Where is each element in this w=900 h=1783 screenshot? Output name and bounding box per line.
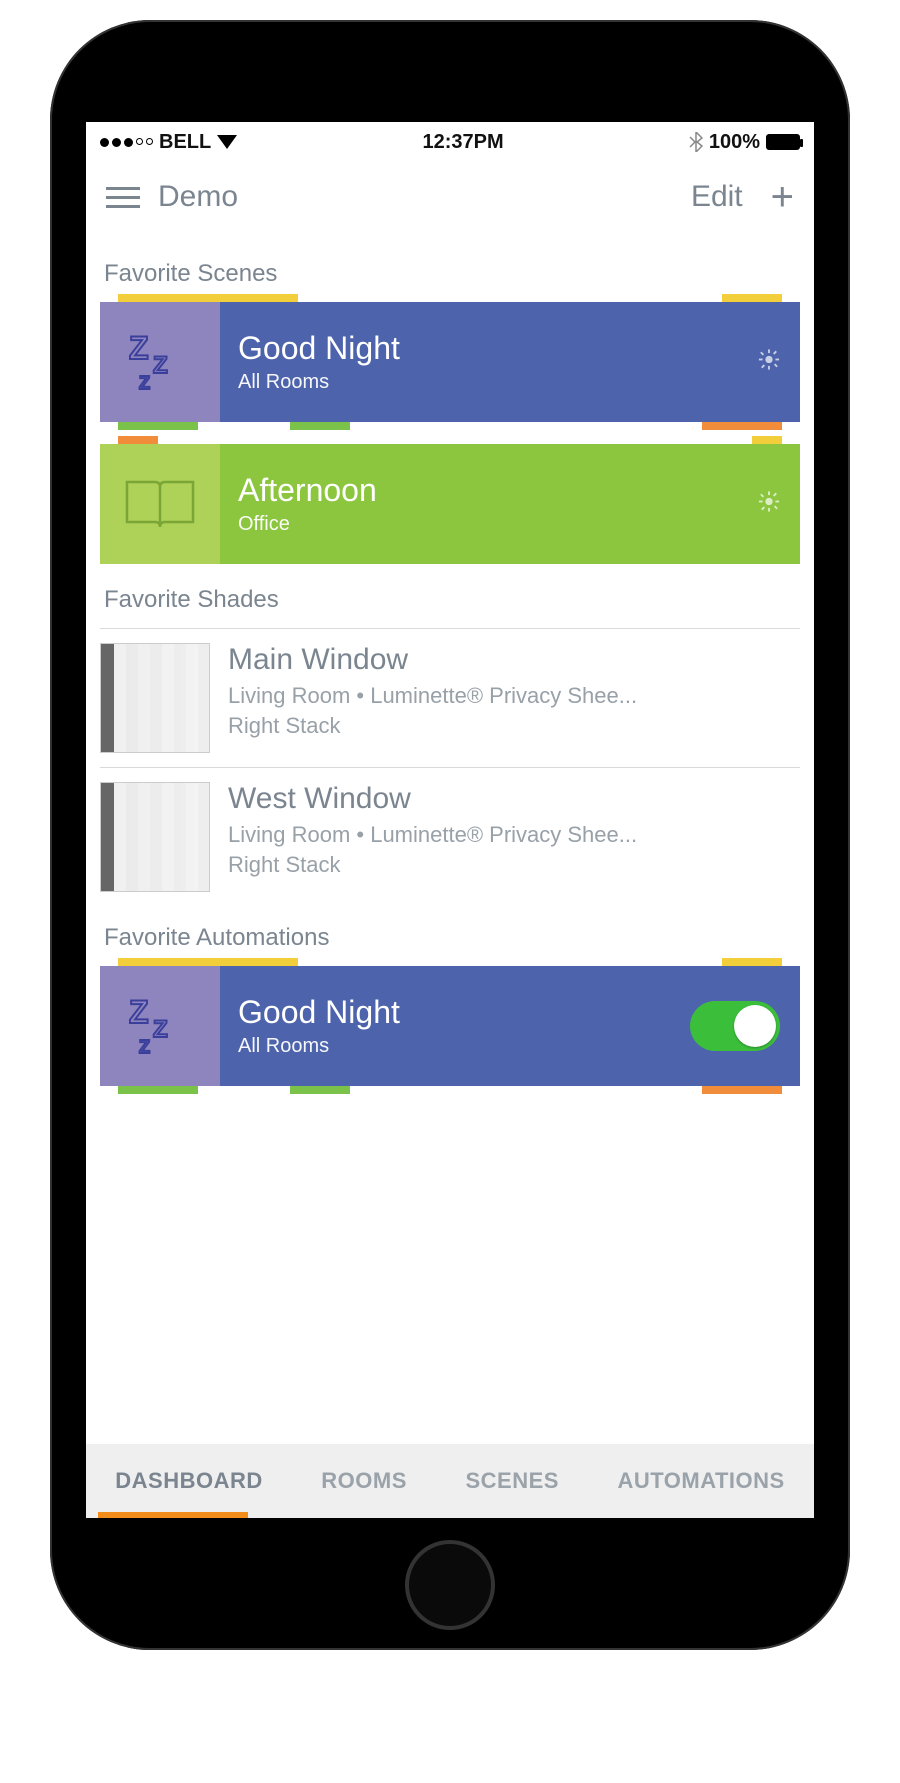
- status-time: 12:37PM: [422, 131, 503, 154]
- phone-frame: BELL 12:37PM 100% Demo: [50, 20, 850, 1650]
- gear-icon[interactable]: [758, 349, 780, 376]
- scene-card-afternoon[interactable]: Afternoon Office: [100, 444, 800, 564]
- scene-body: Good Night All Rooms: [220, 302, 800, 422]
- home-button[interactable]: [405, 1540, 495, 1630]
- signal-icon: [100, 138, 153, 147]
- scene-title: Afternoon: [238, 472, 800, 509]
- automation-card-good-night[interactable]: Z Z Z Good Night All Rooms: [100, 966, 800, 1086]
- menu-icon[interactable]: [106, 187, 140, 208]
- tab-rooms[interactable]: ROOMS: [321, 1468, 407, 1494]
- shade-meta2: Right Stack: [228, 711, 800, 741]
- shade-name: Main Window: [228, 643, 800, 677]
- tab-dashboard[interactable]: DASHBOARD: [115, 1468, 263, 1494]
- shade-info: Main Window Living Room • Luminette® Pri…: [228, 643, 800, 740]
- battery-icon: [766, 134, 800, 150]
- scene-icon-box: Z Z Z: [100, 302, 220, 422]
- scene-icon-box: [100, 444, 220, 564]
- scene-subtitle: Office: [238, 513, 800, 536]
- svg-text:Z: Z: [129, 330, 149, 366]
- scene-subtitle: All Rooms: [238, 371, 800, 394]
- phone-inner: BELL 12:37PM 100% Demo: [72, 42, 828, 1628]
- content-area: Favorite Scenes Z Z Z: [86, 232, 814, 1444]
- section-title-automations: Favorite Automations: [104, 924, 800, 952]
- carrier-label: BELL: [159, 131, 211, 154]
- bluetooth-icon: [689, 132, 703, 152]
- edit-button[interactable]: Edit: [691, 180, 743, 214]
- shade-thumbnail: [100, 643, 210, 753]
- page-title: Demo: [158, 180, 238, 214]
- add-button[interactable]: +: [771, 177, 794, 217]
- shade-thumbnail: [100, 782, 210, 892]
- tab-bar: DASHBOARD ROOMS SCENES AUTOMATIONS: [86, 1444, 814, 1518]
- svg-text:Z: Z: [139, 1037, 150, 1057]
- wifi-icon: [217, 135, 237, 149]
- svg-text:Z: Z: [129, 994, 149, 1030]
- scene-title: Good Night: [238, 330, 800, 367]
- svg-text:Z: Z: [153, 352, 168, 379]
- automation-toggle[interactable]: [690, 1001, 780, 1051]
- shade-meta: Living Room • Luminette® Privacy Shee...: [228, 820, 800, 850]
- status-bar: BELL 12:37PM 100%: [86, 122, 814, 162]
- shade-meta: Living Room • Luminette® Privacy Shee...: [228, 681, 800, 711]
- shade-meta2: Right Stack: [228, 850, 800, 880]
- status-left: BELL: [100, 131, 237, 154]
- sleep-icon: Z Z Z: [125, 327, 195, 397]
- gear-icon[interactable]: [758, 491, 780, 518]
- nav-bar: Demo Edit +: [86, 162, 814, 232]
- shade-row-west-window[interactable]: West Window Living Room • Luminette® Pri…: [100, 767, 800, 906]
- tab-scenes[interactable]: SCENES: [465, 1468, 558, 1494]
- section-title-shades: Favorite Shades: [104, 586, 800, 614]
- svg-text:Z: Z: [139, 373, 150, 393]
- status-right: 100%: [689, 131, 800, 154]
- battery-pct: 100%: [709, 131, 760, 154]
- sleep-icon: Z Z Z: [125, 991, 195, 1061]
- tab-indicator: [98, 1512, 248, 1518]
- shade-row-main-window[interactable]: Main Window Living Room • Luminette® Pri…: [100, 628, 800, 767]
- app-screen: BELL 12:37PM 100% Demo: [86, 122, 814, 1518]
- book-icon: [123, 474, 197, 534]
- shade-info: West Window Living Room • Luminette® Pri…: [228, 782, 800, 879]
- scene-card-good-night[interactable]: Z Z Z Good Night All Rooms: [100, 302, 800, 422]
- scene-body: Afternoon Office: [220, 444, 800, 564]
- tab-automations[interactable]: AUTOMATIONS: [617, 1468, 784, 1494]
- section-title-scenes: Favorite Scenes: [104, 260, 800, 288]
- shade-name: West Window: [228, 782, 800, 816]
- scene-icon-box: Z Z Z: [100, 966, 220, 1086]
- svg-text:Z: Z: [153, 1016, 168, 1043]
